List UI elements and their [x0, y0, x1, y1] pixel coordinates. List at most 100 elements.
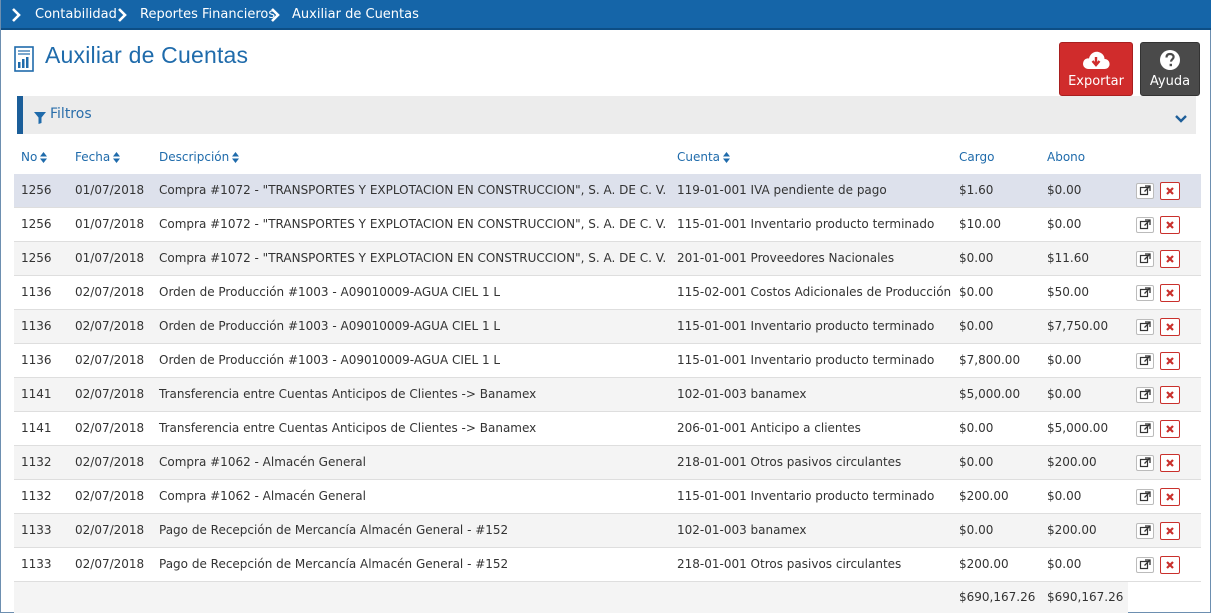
cell-descripcion: Pago de Recepción de Mercancía Almacén G… [159, 557, 509, 571]
cell-cuenta: 201-01-001 Proveedores Nacionales [677, 251, 895, 265]
table-row[interactable]: 1256 01/07/2018 Compra #1072 - "TRANSPORTE… [14, 208, 1201, 242]
table-row[interactable]: 1133 02/07/2018 Pago de Recepción de Merca… [14, 514, 1201, 548]
cell-cargo: $10.00 [959, 217, 1001, 231]
external-link-icon[interactable] [1136, 319, 1154, 335]
totals-row: $690,167.26 $690,167.26 [14, 582, 1128, 613]
cell-no: 1141 [21, 387, 52, 401]
delete-close-icon[interactable] [1160, 352, 1180, 370]
cell-descripcion: Compra #1062 - Almacén General [159, 455, 366, 469]
table-row[interactable]: 1141 02/07/2018 Transferencia entre Cuenta… [14, 378, 1201, 412]
cell-fecha: 02/07/2018 [75, 285, 145, 299]
cell-no: 1136 [21, 319, 52, 333]
external-link-icon[interactable] [1136, 489, 1154, 505]
chevron-down-icon[interactable] [1175, 109, 1187, 128]
external-link-icon[interactable] [1136, 353, 1154, 369]
total-cargo: $690,167.26 [959, 590, 1036, 604]
delete-close-icon[interactable] [1160, 386, 1180, 404]
cell-no: 1136 [21, 285, 52, 299]
delete-close-icon[interactable] [1160, 420, 1180, 438]
cell-cargo: $0.00 [959, 421, 994, 435]
cell-abono: $0.00 [1047, 489, 1082, 503]
delete-close-icon[interactable] [1160, 250, 1180, 268]
cell-fecha: 02/07/2018 [75, 455, 145, 469]
cell-cargo: $200.00 [959, 557, 1009, 571]
cell-descripcion: Compra #1072 - "TRANSPORTES Y EXPLOTACIO… [159, 183, 667, 197]
table-row[interactable]: 1132 02/07/2018 Compra #1062 - Almacén Gen… [14, 446, 1201, 480]
delete-close-icon[interactable] [1160, 522, 1180, 540]
column-header-label: Descripción [159, 150, 230, 164]
cell-cargo: $5,000.00 [959, 387, 1021, 401]
cell-abono: $0.00 [1047, 387, 1082, 401]
cell-cuenta: 115-02-001 Costos Adicionales de Producc… [677, 285, 952, 299]
question-circle-icon [1141, 49, 1199, 71]
chevron-right-icon [11, 8, 23, 22]
cell-abono: $50.00 [1047, 285, 1089, 299]
cell-abono: $200.00 [1047, 523, 1097, 537]
cell-no: 1256 [21, 251, 52, 265]
table-row[interactable]: 1133 02/07/2018 Pago de Recepción de Merca… [14, 548, 1201, 582]
cell-fecha: 02/07/2018 [75, 319, 145, 333]
breadcrumb-item-contabilidad[interactable]: Contabilidad [35, 0, 117, 30]
cell-cuenta: 115-01-001 Inventario producto terminado [677, 353, 935, 367]
cell-abono: $7,750.00 [1047, 319, 1109, 333]
page-title: Auxiliar de Cuentas [45, 42, 249, 68]
cell-fecha: 02/07/2018 [75, 387, 145, 401]
table-row[interactable]: 1132 02/07/2018 Compra #1062 - Almacén Gen… [14, 480, 1201, 514]
table-row[interactable]: 1256 01/07/2018 Compra #1072 - "TRANSPORTE… [14, 242, 1201, 276]
table-body: 1256 01/07/2018 Compra #1072 - "TRANSPORTE… [14, 174, 1201, 582]
cell-descripcion: Orden de Producción #1003 - A09010009-AG… [159, 353, 501, 367]
cell-abono: $200.00 [1047, 455, 1097, 469]
filters-panel[interactable]: Filtros [17, 96, 1196, 134]
external-link-icon[interactable] [1136, 183, 1154, 199]
table-row[interactable]: 1136 02/07/2018 Orden de Producción #1003 … [14, 276, 1201, 310]
external-link-icon[interactable] [1136, 455, 1154, 471]
delete-close-icon[interactable] [1160, 318, 1180, 336]
cell-cuenta: 115-01-001 Inventario producto terminado [677, 319, 935, 333]
delete-close-icon[interactable] [1160, 488, 1180, 506]
cell-no: 1141 [21, 421, 52, 435]
cell-cargo: $0.00 [959, 251, 994, 265]
cell-fecha: 01/07/2018 [75, 251, 145, 265]
column-header-abono: Abono [1047, 150, 1086, 164]
external-link-icon[interactable] [1136, 285, 1154, 301]
cell-fecha: 02/07/2018 [75, 421, 145, 435]
cell-no: 1132 [21, 455, 52, 469]
external-link-icon[interactable] [1136, 557, 1154, 573]
cell-descripcion: Compra #1072 - "TRANSPORTES Y EXPLOTACIO… [159, 251, 667, 265]
delete-close-icon[interactable] [1160, 216, 1180, 234]
help-button[interactable]: Ayuda [1140, 42, 1200, 96]
table-row[interactable]: 1136 02/07/2018 Orden de Producción #1003 … [14, 344, 1201, 378]
help-label: Ayuda [1149, 74, 1191, 89]
external-link-icon[interactable] [1136, 387, 1154, 403]
external-link-icon[interactable] [1136, 217, 1154, 233]
cell-no: 1133 [21, 557, 52, 571]
sort-icon [232, 152, 240, 166]
chevron-right-icon [270, 8, 282, 22]
cell-fecha: 02/07/2018 [75, 523, 145, 537]
external-link-icon[interactable] [1136, 523, 1154, 539]
delete-close-icon[interactable] [1160, 284, 1180, 302]
cloud-download-icon [1060, 49, 1132, 71]
table-row[interactable]: 1141 02/07/2018 Transferencia entre Cuenta… [14, 412, 1201, 446]
cell-descripcion: Transferencia entre Cuentas Anticipos de… [159, 387, 537, 401]
delete-close-icon[interactable] [1160, 454, 1180, 472]
delete-close-icon[interactable] [1160, 182, 1180, 200]
column-header-descripcion[interactable]: Descripción [159, 150, 240, 168]
cell-descripcion: Orden de Producción #1003 - A09010009-AG… [159, 285, 501, 299]
column-header-cuenta[interactable]: Cuenta [677, 150, 731, 168]
cell-descripcion: Compra #1062 - Almacén General [159, 489, 366, 503]
cell-descripcion: Orden de Producción #1003 - A09010009-AG… [159, 319, 501, 333]
export-button[interactable]: Exportar [1059, 42, 1133, 96]
sort-icon [723, 152, 731, 166]
external-link-icon[interactable] [1136, 421, 1154, 437]
column-header-no[interactable]: No [21, 150, 48, 168]
cell-abono: $0.00 [1047, 557, 1082, 571]
filter-icon [34, 109, 46, 128]
table-row[interactable]: 1256 01/07/2018 Compra #1072 - "TRANSPORTE… [14, 174, 1201, 208]
filters-label: Filtros [50, 106, 92, 122]
column-header-fecha[interactable]: Fecha [75, 150, 121, 168]
delete-close-icon[interactable] [1160, 556, 1180, 574]
external-link-icon[interactable] [1136, 251, 1154, 267]
breadcrumb-item-reportes[interactable]: Reportes Financieros [140, 0, 275, 30]
table-row[interactable]: 1136 02/07/2018 Orden de Producción #1003 … [14, 310, 1201, 344]
